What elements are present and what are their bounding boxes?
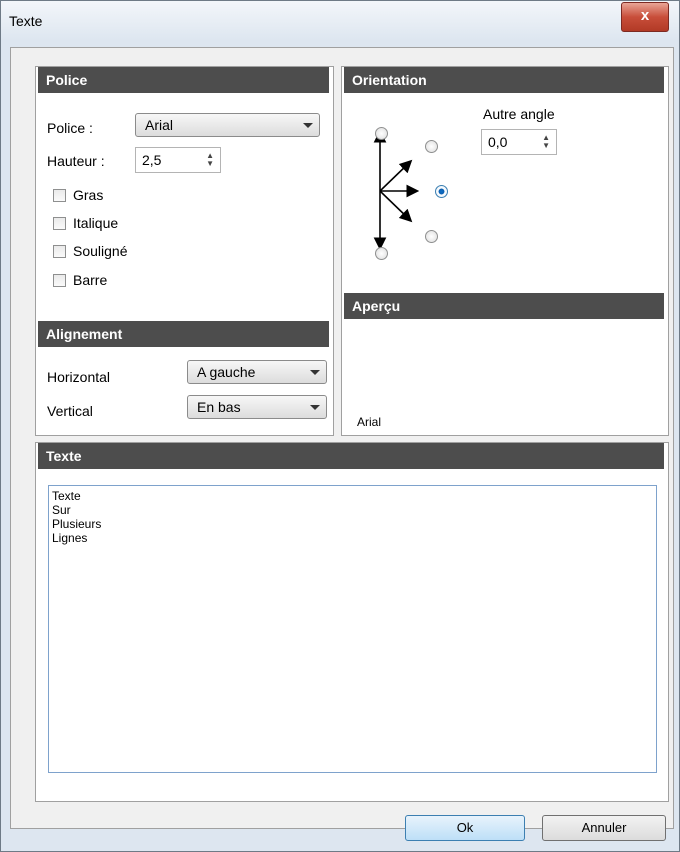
horizontal-label: Horizontal xyxy=(47,369,111,385)
orientation-header: Orientation xyxy=(344,67,664,93)
strikethrough-label: Barre xyxy=(73,272,108,288)
height-stepper[interactable]: 2,5 ▲ ▼ xyxy=(135,147,221,173)
dialog-body: Police Police : Arial Hauteur : 2,5 ▲ ▼ G… xyxy=(10,47,674,829)
height-label: Hauteur : xyxy=(47,153,105,169)
other-angle-label: Autre angle xyxy=(483,106,555,122)
alignement-header: Alignement xyxy=(38,321,329,347)
other-angle-value: 0,0 xyxy=(488,134,508,150)
bold-label: Gras xyxy=(73,187,104,203)
police-header: Police xyxy=(38,67,329,93)
underline-label: Souligné xyxy=(73,243,128,259)
font-select-value: Arial xyxy=(145,117,174,133)
ok-button[interactable]: Ok xyxy=(405,815,525,841)
cancel-button[interactable]: Annuler xyxy=(542,815,666,841)
dialog-window: Texte x Police Police : Arial Hauteur : … xyxy=(0,0,680,852)
horizontal-select-value: A gauche xyxy=(197,364,256,380)
strikethrough-checkbox[interactable] xyxy=(53,274,66,287)
police-panel: Police Police : Arial Hauteur : 2,5 ▲ ▼ G… xyxy=(35,66,334,436)
orientation-radio-right[interactable] xyxy=(435,185,448,198)
title-bar[interactable]: Texte x xyxy=(1,1,679,41)
vertical-select[interactable]: En bas xyxy=(187,395,327,419)
orientation-arrows-diagram xyxy=(373,129,420,249)
chevron-down-icon xyxy=(310,370,320,375)
orientation-radio-down-right[interactable] xyxy=(425,230,438,243)
window-title: Texte xyxy=(9,13,43,29)
height-value: 2,5 xyxy=(142,152,162,168)
spin-arrows-icon[interactable]: ▲ ▼ xyxy=(206,152,214,168)
apercu-header: Aperçu xyxy=(344,293,664,319)
italic-label: Italique xyxy=(73,215,119,231)
orientation-radio-up[interactable] xyxy=(375,127,388,140)
orientation-panel: Orientation Autre angle 0,0 ▲ ▼ Aperçu A… xyxy=(341,66,669,436)
bold-checkbox[interactable] xyxy=(53,189,66,202)
vertical-label: Vertical xyxy=(47,403,93,419)
chevron-down-icon xyxy=(303,123,313,128)
other-angle-stepper[interactable]: 0,0 ▲ ▼ xyxy=(481,129,557,155)
close-icon: x xyxy=(640,7,650,24)
text-content-area[interactable]: Texte Sur Plusieurs Lignes xyxy=(48,485,657,773)
vertical-select-value: En bas xyxy=(197,399,241,415)
spin-arrows-icon[interactable]: ▲ ▼ xyxy=(542,134,550,150)
orientation-radio-up-right[interactable] xyxy=(425,140,438,153)
font-select[interactable]: Arial xyxy=(135,113,320,137)
chevron-down-icon xyxy=(310,405,320,410)
orientation-radio-down[interactable] xyxy=(375,247,388,260)
close-button[interactable]: x xyxy=(621,2,669,32)
preview-text: Arial xyxy=(357,415,382,429)
texte-panel: Texte Texte Sur Plusieurs Lignes xyxy=(35,442,669,802)
texte-header: Texte xyxy=(38,443,664,469)
underline-checkbox[interactable] xyxy=(53,245,66,258)
italic-checkbox[interactable] xyxy=(53,217,66,230)
font-label: Police : xyxy=(47,120,93,136)
horizontal-select[interactable]: A gauche xyxy=(187,360,327,384)
